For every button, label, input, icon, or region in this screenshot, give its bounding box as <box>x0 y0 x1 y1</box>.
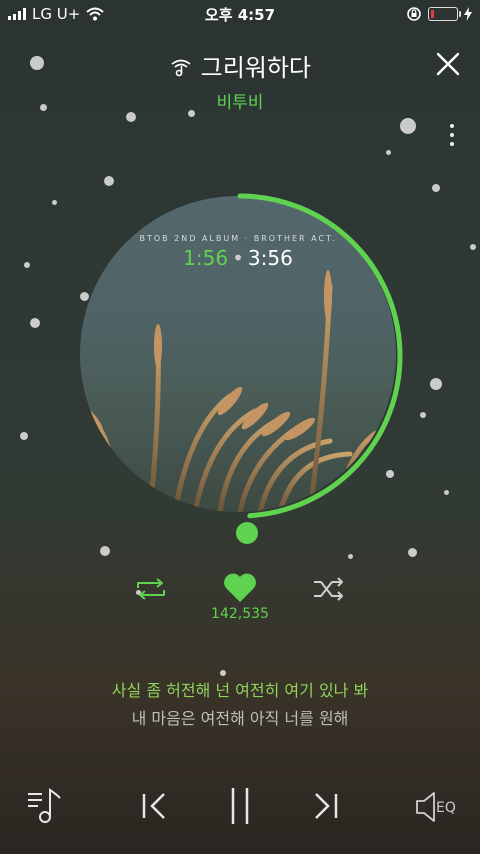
previous-icon[interactable] <box>140 790 170 822</box>
artist-name[interactable]: 비투비 <box>0 88 480 113</box>
battery-icon <box>428 7 461 21</box>
status-bar: LG U+ 오후 4:57 <box>0 0 480 28</box>
song-title-row: 그리워하다 <box>0 48 480 83</box>
like-count: 142,535 <box>211 606 269 622</box>
song-title: 그리워하다 <box>200 54 312 82</box>
lyrics-current-line[interactable]: 사실 좀 허전해 넌 여전히 여기 있나 봐 <box>0 677 480 701</box>
repeat-icon[interactable] <box>134 576 168 602</box>
status-right <box>406 6 472 22</box>
rotation-lock-icon <box>407 7 421 21</box>
progress-ring[interactable] <box>76 192 404 520</box>
shuffle-icon[interactable] <box>312 576 346 602</box>
album-disc: BTOB 2ND ALBUM · BROTHER ACT. 1:56 • 3:56 <box>76 192 404 520</box>
heart-icon[interactable] <box>222 572 258 604</box>
next-icon[interactable] <box>310 790 340 822</box>
progress-knob[interactable] <box>236 522 258 544</box>
music-note-icon <box>171 59 191 76</box>
eq-label[interactable]: EQ <box>436 800 456 816</box>
more-options-icon[interactable] <box>448 124 456 150</box>
equalizer-icon[interactable] <box>414 790 438 824</box>
charging-icon <box>464 7 472 21</box>
pause-icon[interactable] <box>226 784 254 828</box>
close-icon[interactable] <box>434 50 462 78</box>
lyrics-next-line[interactable]: 내 마음은 여전해 아직 너를 원해 <box>0 705 480 729</box>
playlist-icon[interactable] <box>26 786 66 826</box>
